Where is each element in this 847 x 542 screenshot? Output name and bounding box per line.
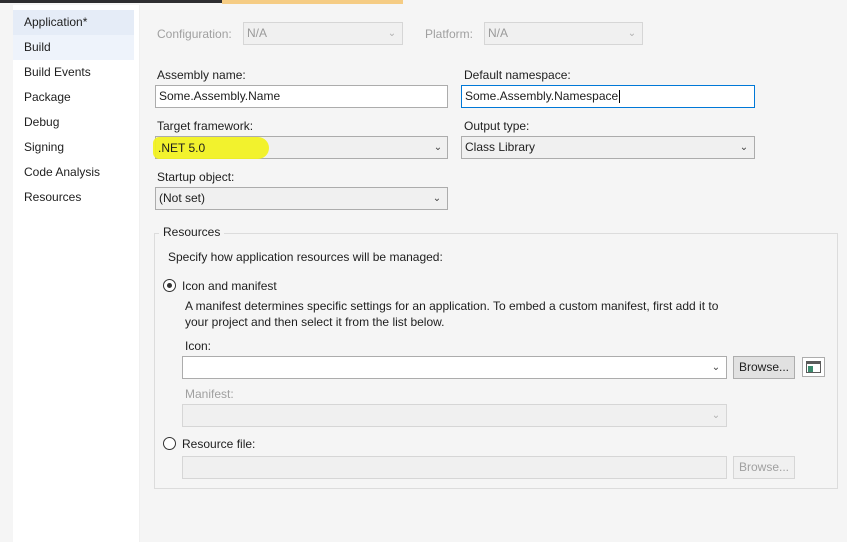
chevron-down-icon: ⌄ (432, 193, 442, 204)
startup-object-value: (Not set) (159, 191, 206, 205)
assembly-name-label: Assembly name: (157, 68, 246, 82)
sidebar-item-application[interactable]: Application* (13, 10, 134, 35)
resources-description: Specify how application resources will b… (168, 250, 443, 264)
sidebar-item-debug[interactable]: Debug (13, 110, 134, 135)
target-framework-value: .NET 5.0 (158, 141, 206, 155)
startup-object-select[interactable]: (Not set) ⌄ (155, 187, 448, 210)
default-namespace-value: Some.Assembly.Namespace (465, 89, 619, 103)
output-type-label: Output type: (464, 119, 530, 133)
chevron-down-icon: ⌄ (627, 28, 637, 39)
sidebar-item-signing[interactable]: Signing (13, 135, 134, 160)
output-type-select[interactable]: Class Library ⌄ (461, 136, 755, 159)
icon-select[interactable]: ⌄ (182, 356, 727, 379)
active-tab-fragment[interactable] (222, 0, 403, 4)
output-type-value: Class Library (465, 140, 536, 154)
chevron-down-icon: ⌄ (711, 410, 721, 421)
configuration-label: Configuration: (157, 27, 232, 41)
text-caret (619, 90, 621, 104)
configuration-select[interactable]: N/A ⌄ (243, 22, 403, 45)
inactive-tab-area (0, 0, 222, 3)
platform-select[interactable]: N/A ⌄ (484, 22, 643, 45)
platform-label: Platform: (425, 27, 474, 41)
sidebar-item-code-analysis[interactable]: Code Analysis (13, 160, 134, 185)
radio-dot (167, 283, 172, 288)
resource-file-browse-button[interactable]: Browse... (733, 456, 795, 479)
resources-group-title: Resources (159, 225, 225, 239)
icon-browse-button[interactable]: Browse... (733, 356, 795, 379)
default-namespace-input[interactable]: Some.Assembly.Namespace (461, 85, 755, 108)
chevron-down-icon: ⌄ (739, 142, 749, 153)
resource-file-radio[interactable] (163, 437, 176, 450)
manifest-help-line2: your project and then select it from the… (185, 315, 445, 329)
window-icon (806, 361, 821, 373)
sidebar-item-build-events[interactable]: Build Events (13, 60, 134, 85)
sidebar-gutter (0, 5, 13, 542)
icon-preview (802, 357, 825, 377)
icon-manifest-radio[interactable] (163, 279, 176, 292)
icon-manifest-label[interactable]: Icon and manifest (182, 279, 277, 293)
chevron-down-icon: ⌄ (433, 142, 443, 153)
platform-value: N/A (488, 26, 509, 40)
sidebar-item-resources[interactable]: Resources (13, 185, 134, 210)
startup-object-label: Startup object: (157, 170, 235, 184)
default-namespace-label: Default namespace: (464, 68, 571, 82)
manifest-label: Manifest: (185, 387, 234, 401)
resource-file-label[interactable]: Resource file: (182, 437, 255, 451)
chevron-down-icon: ⌄ (387, 28, 397, 39)
target-framework-label: Target framework: (157, 119, 254, 133)
resource-file-input[interactable] (182, 456, 727, 479)
configuration-value: N/A (247, 26, 268, 40)
sidebar-item-package[interactable]: Package (13, 85, 134, 110)
sidebar-item-build[interactable]: Build (13, 35, 134, 60)
manifest-select[interactable]: ⌄ (182, 404, 727, 427)
manifest-help-line1: A manifest determines specific settings … (185, 299, 719, 313)
assembly-name-input[interactable]: Some.Assembly.Name (155, 85, 448, 108)
icon-label: Icon: (185, 339, 212, 353)
chevron-down-icon: ⌄ (711, 362, 721, 373)
